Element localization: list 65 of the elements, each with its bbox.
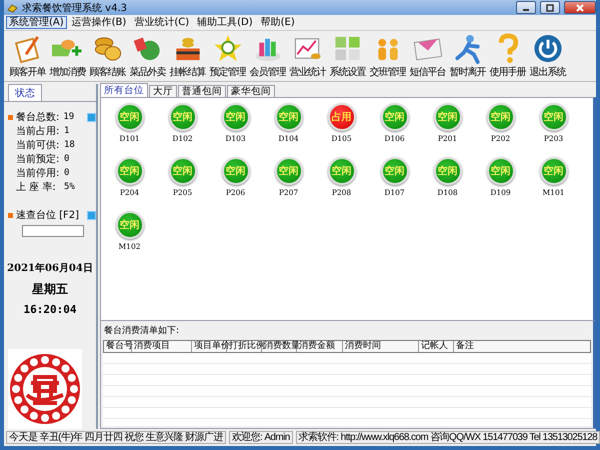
tab[interactable]: 所有台位 — [100, 83, 148, 97]
toolbar-button[interactable]: 系统设置 — [328, 33, 367, 79]
window-title: 求索餐饮管理系统 v4.3 — [22, 2, 127, 14]
toolbar-button[interactable]: 挂帐结算 — [168, 33, 207, 79]
stat-label: 上 座 率: — [16, 180, 57, 194]
close-icon — [575, 4, 585, 12]
stat-value: 1 — [64, 126, 70, 136]
lookup-field[interactable] — [22, 225, 84, 237]
toolbar-button[interactable]: 顾客结账 — [88, 33, 127, 79]
time-text: 16:20:04 — [24, 303, 76, 316]
column-header[interactable]: 记帐人 — [419, 341, 454, 352]
stat-value: 0 — [64, 154, 70, 164]
toolbar-button[interactable]: 退出系统 — [528, 33, 567, 79]
stat-value: 0 — [64, 168, 70, 178]
status-text: 今天是 辛丑(牛)年 四月廿四 祝您 生意兴隆 财源广进 — [6, 431, 226, 444]
status-text: 欢迎您: Admin — [228, 431, 293, 444]
toolbar-button[interactable]: 会员管理 — [248, 33, 287, 79]
tab[interactable]: 大厅 — [149, 85, 177, 97]
column-header[interactable]: 消费项目 — [132, 341, 192, 352]
lookup-label: 速查台位 [F2] — [16, 208, 80, 222]
panel-tab[interactable]: 状态 — [8, 84, 42, 101]
bullet-icon — [8, 114, 13, 120]
list-title: 餐台消费清单如下: — [103, 324, 180, 338]
stat-label: 当前停用: — [16, 166, 60, 180]
close-button[interactable] — [564, 1, 596, 14]
maximize-icon — [545, 4, 555, 12]
tab[interactable]: 豪华包间 — [227, 85, 275, 97]
toolbar-button[interactable]: 菜品外卖 — [128, 33, 167, 79]
date-text: 2021年06月04日 — [7, 262, 93, 275]
menu-item[interactable]: 运营操作(B) — [68, 16, 130, 29]
menu-item[interactable]: 帮助(E) — [258, 16, 298, 29]
minimize-button[interactable] — [516, 1, 536, 14]
toolbar-button[interactable]: 预定管理 — [208, 33, 247, 79]
expand-icon[interactable] — [87, 210, 96, 220]
stat-label: 当前预定: — [16, 152, 60, 166]
weekday-text: 星期五 — [32, 281, 68, 298]
bullet-icon — [8, 212, 13, 218]
stat-value: 5% — [64, 182, 76, 192]
paper-cut-drawing — [9, 353, 81, 425]
stat-label: 餐台总数: — [16, 110, 60, 124]
toolbar-button[interactable]: 短信平台 — [408, 33, 447, 79]
expand-icon[interactable] — [87, 112, 96, 122]
toolbar-button[interactable]: 暂时离开 — [448, 33, 487, 79]
toolbar-button[interactable]: 顾客开单 — [8, 33, 47, 79]
tab[interactable]: 普通包间 — [178, 85, 226, 97]
menu-item[interactable]: 营业统计(C) — [131, 16, 192, 29]
column-header[interactable]: 备注 — [454, 341, 590, 352]
column-header[interactable]: 餐台号 — [104, 341, 132, 352]
status-text: 求索软件: http://www.xlq668.com 咨询QQ/WX 151477039 Tel 13513025128 — [296, 431, 600, 444]
toolbar-button[interactable]: 使用手册 — [488, 33, 527, 79]
star-clock-icon — [212, 33, 244, 64]
maximize-button[interactable] — [540, 1, 560, 14]
power-icon — [532, 33, 564, 64]
stat-value: 18 — [64, 140, 76, 150]
column-header[interactable]: 项目单价 — [192, 341, 227, 352]
menu-item[interactable]: 辅助工具(D) — [194, 16, 256, 29]
stat-label: 当前占用: — [16, 124, 60, 138]
stat-value: 19 — [63, 112, 76, 122]
menu-item[interactable]: 系统管理(A) — [6, 16, 67, 29]
app-logo-icon — [7, 2, 18, 12]
column-header[interactable]: 消费时间 — [343, 341, 419, 352]
toolbar-button[interactable]: 增加消费 — [48, 33, 87, 79]
toolbar-button[interactable]: 交班管理 — [368, 33, 407, 79]
toolbar-button[interactable]: 营业统计 — [288, 33, 327, 79]
stat-label: 当前可供: — [16, 138, 60, 152]
